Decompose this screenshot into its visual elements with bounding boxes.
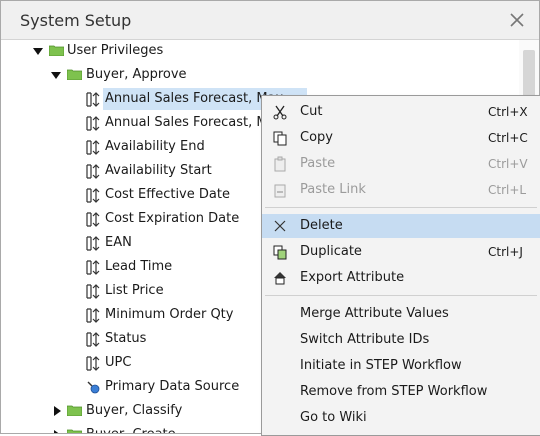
tree-node-label: User Privileges <box>67 43 164 58</box>
attribute-icon <box>86 236 100 251</box>
tree-node-label: Lead Time <box>105 259 173 274</box>
tree-node-label: Status <box>105 331 147 346</box>
attribute-icon <box>86 92 100 107</box>
tree-node-user-privileges[interactable]: User Privileges <box>1 40 519 62</box>
attribute-icon <box>86 284 100 299</box>
tree-node-label: Annual Sales Forecast, Min <box>105 115 280 130</box>
export-icon <box>274 272 286 285</box>
menu-item-label: Copy <box>300 130 333 145</box>
expand-toggle-icon[interactable] <box>51 72 61 79</box>
menu-item-shortcut: Ctrl+J <box>488 245 523 259</box>
tree-node-label: EAN <box>105 235 132 250</box>
delete-icon <box>274 220 286 232</box>
menu-separator <box>265 207 537 208</box>
window-title: System Setup <box>20 11 132 30</box>
folder-icon <box>49 45 64 56</box>
copy-icon <box>273 131 287 146</box>
menu-separator <box>265 295 537 296</box>
menu-item-label: Switch Attribute IDs <box>300 332 430 347</box>
tree-node-buyer-approve[interactable]: Buyer, Approve <box>1 64 519 86</box>
attribute-icon <box>86 260 100 275</box>
menu-item-label: Remove from STEP Workflow <box>300 384 488 399</box>
folder-icon <box>67 429 82 433</box>
attribute-icon <box>86 356 100 371</box>
attribute-icon <box>86 308 100 323</box>
data-source-icon <box>87 381 100 394</box>
menu-item-switch-attribute-ids[interactable]: Switch Attribute IDs <box>262 328 540 352</box>
context-menu: Cut Ctrl+X Copy Ctrl+C Paste Ctrl+V Past… <box>261 95 540 436</box>
tree-node-label: UPC <box>105 355 132 370</box>
menu-item-shortcut: Ctrl+V <box>488 157 528 171</box>
attribute-icon <box>86 332 100 347</box>
close-icon[interactable] <box>506 9 528 31</box>
menu-item-delete[interactable]: Delete <box>262 214 540 238</box>
tree-node-label: Primary Data Source <box>105 379 240 394</box>
scissors-icon <box>273 105 287 120</box>
menu-item-shortcut: Ctrl+X <box>488 105 528 119</box>
expand-toggle-icon[interactable] <box>54 406 61 416</box>
tree-node-label: Buyer, Classify <box>86 403 183 418</box>
menu-item-export-attribute[interactable]: Export Attribute <box>262 266 540 290</box>
menu-item-remove-workflow[interactable]: Remove from STEP Workflow <box>262 380 540 404</box>
menu-item-label: Paste <box>300 156 336 171</box>
attribute-icon <box>86 116 100 131</box>
folder-icon <box>67 405 82 416</box>
menu-item-label: Initiate in STEP Workflow <box>300 358 462 373</box>
menu-item-go-to-wiki[interactable]: Go to Wiki <box>262 406 540 430</box>
menu-item-paste[interactable]: Paste Ctrl+V <box>262 152 540 176</box>
attribute-icon <box>86 140 100 155</box>
menu-item-label: Export Attribute <box>300 270 405 285</box>
tree-node-label: Cost Expiration Date <box>105 211 240 226</box>
attribute-icon <box>86 212 100 227</box>
menu-item-shortcut: Ctrl+C <box>488 131 528 145</box>
menu-item-label: Go to Wiki <box>300 410 367 425</box>
expand-toggle-icon[interactable] <box>54 430 61 433</box>
tree-node-label: Availability End <box>105 139 205 154</box>
duplicate-icon <box>273 245 287 260</box>
attribute-icon <box>86 188 100 203</box>
menu-item-initiate-workflow[interactable]: Initiate in STEP Workflow <box>262 354 540 378</box>
menu-item-copy[interactable]: Copy Ctrl+C <box>262 126 540 150</box>
expand-toggle-icon[interactable] <box>33 48 43 55</box>
tree-node-label: Availability Start <box>105 163 212 178</box>
menu-item-paste-link[interactable]: Paste Link Ctrl+L <box>262 178 540 202</box>
tree-node-label: Minimum Order Qty <box>105 307 234 322</box>
paste-link-icon <box>274 184 286 198</box>
menu-item-cut[interactable]: Cut Ctrl+X <box>262 100 540 124</box>
menu-item-label: Merge Attribute Values <box>300 306 449 321</box>
tree-node-label: Buyer, Approve <box>86 67 187 82</box>
tree-node-label: Buyer, Create <box>86 424 176 433</box>
paste-icon <box>274 156 286 172</box>
menu-item-label: Delete <box>300 218 343 233</box>
tree-node-label: Cost Effective Date <box>105 187 230 202</box>
attribute-icon <box>86 164 100 179</box>
menu-item-label: Duplicate <box>300 244 362 259</box>
menu-item-label: Cut <box>300 104 323 119</box>
menu-item-shortcut: Ctrl+L <box>488 183 527 197</box>
menu-item-duplicate[interactable]: Duplicate Ctrl+J <box>262 240 540 264</box>
menu-item-merge-attribute-values[interactable]: Merge Attribute Values <box>262 302 540 326</box>
tree-node-label: List Price <box>105 283 164 298</box>
folder-icon <box>67 69 82 80</box>
menu-item-label: Paste Link <box>300 182 366 197</box>
title-bar: System Setup <box>1 1 539 40</box>
